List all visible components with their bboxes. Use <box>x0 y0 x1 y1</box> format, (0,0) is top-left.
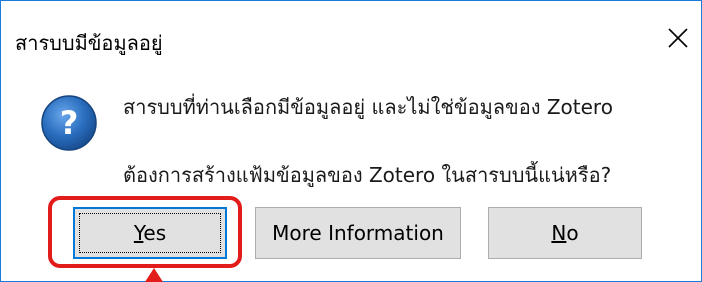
more-information-label: More Information <box>272 221 444 245</box>
question-icon: ? <box>41 95 97 151</box>
no-label: No <box>551 221 578 245</box>
no-button[interactable]: No <box>488 207 642 259</box>
title-bar: สารบบมีข้อมูลอยู่ <box>1 1 701 89</box>
svg-text:?: ? <box>60 104 79 142</box>
message-line-2: ต้องการสร้างแฟ้มข้อมูลของ Zotero ในสารบบ… <box>123 163 612 187</box>
close-button[interactable] <box>655 13 701 63</box>
highlight-box <box>48 196 242 268</box>
dialog-title: สารบบมีข้อมูลอยู่ <box>15 31 163 55</box>
arrow-up-icon <box>145 268 163 282</box>
no-mnemonic: N <box>551 221 567 245</box>
more-information-button[interactable]: More Information <box>255 207 461 259</box>
close-icon <box>668 28 688 48</box>
message-line-1: สารบบที่ท่านเลือกมีข้อมูลอยู่ และไม่ใช่ข… <box>123 95 613 119</box>
no-label-rest: o <box>566 221 579 245</box>
